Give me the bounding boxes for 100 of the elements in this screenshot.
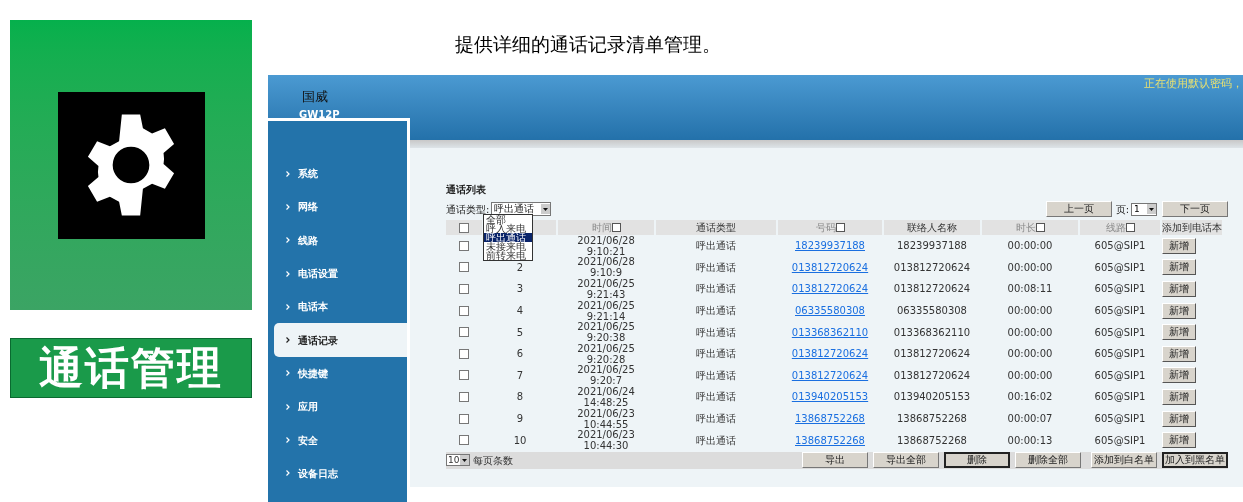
- add-contact-button[interactable]: 新增: [1162, 259, 1196, 276]
- call-type-select[interactable]: 呼出通话: [491, 202, 552, 216]
- chevron-icon: [286, 203, 290, 210]
- contact-name: 13868752268: [897, 412, 967, 427]
- line-name: 605@SIP1: [1094, 260, 1146, 275]
- checkbox[interactable]: [459, 413, 469, 424]
- checkbox[interactable]: [459, 305, 469, 316]
- call-date: 2021/06/28: [577, 234, 635, 246]
- call-duration: 00:00:00: [1007, 347, 1053, 362]
- phone-number-link[interactable]: 013368362110: [791, 324, 869, 340]
- sidebar-item[interactable]: 电话本: [268, 290, 407, 324]
- call-date: 2021/06/25: [577, 364, 635, 376]
- add-contact-button[interactable]: 新增: [1162, 302, 1196, 319]
- row-number: 7: [516, 368, 524, 383]
- action-button[interactable]: 加入到黑名单: [1162, 452, 1228, 469]
- phone-number-link[interactable]: 06335580308: [795, 303, 865, 319]
- column-header: 联络人名称: [884, 220, 980, 235]
- action-button[interactable]: 上一页: [1045, 201, 1112, 217]
- add-contact-button[interactable]: 新增: [1162, 324, 1196, 341]
- call-duration: 00:00:00: [1007, 368, 1053, 383]
- page-select[interactable]: 1: [1131, 202, 1157, 216]
- contact-name: 013940205153: [893, 390, 971, 405]
- call-duration: 00:00:00: [1007, 304, 1053, 319]
- line-name: 605@SIP1: [1094, 433, 1146, 448]
- dropdown-option[interactable]: 呼出通话: [484, 233, 532, 242]
- checkbox[interactable]: [459, 222, 469, 233]
- checkbox[interactable]: [459, 370, 469, 381]
- caret-icon: [1147, 204, 1156, 214]
- row-number: 6: [516, 347, 524, 362]
- phone-number-link[interactable]: 013812720624: [791, 259, 869, 275]
- contact-name: 13868752268: [897, 433, 967, 448]
- chevron-icon: [286, 237, 290, 244]
- call-date: 2021/06/25: [577, 278, 635, 289]
- square-icon: [835, 223, 845, 232]
- sidebar-item[interactable]: 应用: [268, 390, 407, 424]
- page-size-select[interactable]: 10: [446, 454, 470, 467]
- checkbox[interactable]: [459, 262, 469, 273]
- checkbox[interactable]: [459, 327, 469, 338]
- phone-number-link[interactable]: 013940205153: [791, 389, 869, 405]
- add-contact-button[interactable]: 新增: [1162, 388, 1196, 405]
- call-type: 呼出通话: [696, 304, 736, 319]
- sidebar-item[interactable]: 设备日志: [268, 456, 407, 490]
- section-title: 通话列表: [446, 183, 487, 197]
- checkbox[interactable]: [459, 435, 469, 446]
- call-type: 呼出通话: [696, 390, 736, 405]
- checkbox[interactable]: [459, 391, 469, 402]
- sidebar-item[interactable]: 网络: [268, 190, 407, 224]
- contact-name: 013812720624: [893, 260, 971, 275]
- action-button[interactable]: 删除全部: [1015, 452, 1081, 469]
- chevron-icon: [286, 470, 290, 477]
- phone-number-link[interactable]: 013812720624: [791, 346, 869, 362]
- call-date: 2021/06/23: [577, 407, 635, 419]
- call-time: 10:44:55: [583, 418, 629, 430]
- sidebar-item[interactable]: 安全: [268, 423, 407, 457]
- action-button[interactable]: 删除: [944, 452, 1010, 469]
- phone-number-link[interactable]: 013812720624: [791, 281, 869, 297]
- contact-name: 013812720624: [893, 347, 971, 362]
- add-contact-button[interactable]: 新增: [1162, 410, 1196, 427]
- action-button[interactable]: 下一页: [1162, 201, 1228, 217]
- checkbox[interactable]: [459, 348, 469, 359]
- chevron-icon: [286, 337, 290, 344]
- add-contact-button[interactable]: 新增: [1162, 237, 1196, 254]
- add-contact-button[interactable]: 新增: [1162, 345, 1196, 362]
- dropdown-option[interactable]: 呼入来电: [484, 224, 532, 233]
- column-header: 线路: [1080, 220, 1160, 235]
- row-number: 5: [516, 325, 524, 340]
- dropdown-option[interactable]: 全部: [484, 215, 532, 224]
- action-button[interactable]: 导出全部: [873, 452, 939, 469]
- sidebar-item[interactable]: 系统: [268, 157, 407, 191]
- add-contact-button[interactable]: 新增: [1162, 281, 1196, 297]
- phone-number-link[interactable]: 18239937188: [795, 238, 865, 254]
- call-type: 呼出通话: [696, 368, 736, 383]
- feature-label: 通话管理: [10, 338, 252, 398]
- column-header: 号码: [778, 220, 882, 235]
- phone-number-link[interactable]: 13868752268: [795, 432, 865, 448]
- caret-icon: [541, 204, 551, 214]
- sidebar-item[interactable]: 快捷键: [268, 356, 407, 391]
- action-button[interactable]: 添加到白名单: [1091, 452, 1157, 469]
- sidebar-item[interactable]: 通话记录: [274, 323, 407, 357]
- password-notice: 正在使用默认密码，: [1144, 76, 1243, 92]
- dropdown-option[interactable]: 前转来电: [484, 251, 532, 260]
- checkbox[interactable]: [459, 284, 469, 294]
- sidebar-item[interactable]: 线路: [268, 223, 407, 257]
- sidebar-item[interactable]: 电话设置: [268, 256, 407, 291]
- phone-number-link[interactable]: 13868752268: [795, 411, 865, 427]
- chevron-icon: [286, 370, 290, 377]
- call-time: 9:21:43: [586, 289, 626, 300]
- call-type: 呼出通话: [696, 347, 736, 362]
- row-number: 9: [516, 412, 524, 427]
- dropdown-option[interactable]: 未接来电: [484, 242, 532, 251]
- column-header: 添加到电话本: [1162, 220, 1222, 235]
- action-button[interactable]: 导出: [802, 452, 868, 469]
- call-type: 呼出通话: [696, 282, 736, 297]
- add-contact-button[interactable]: 新增: [1162, 367, 1196, 384]
- checkbox[interactable]: [459, 240, 469, 251]
- gear-icon: [57, 91, 205, 239]
- add-contact-button[interactable]: 新增: [1162, 432, 1196, 449]
- model-name: GW12P: [299, 108, 340, 122]
- phone-number-link[interactable]: 013812720624: [791, 367, 869, 383]
- call-date: 2021/06/25: [577, 321, 635, 333]
